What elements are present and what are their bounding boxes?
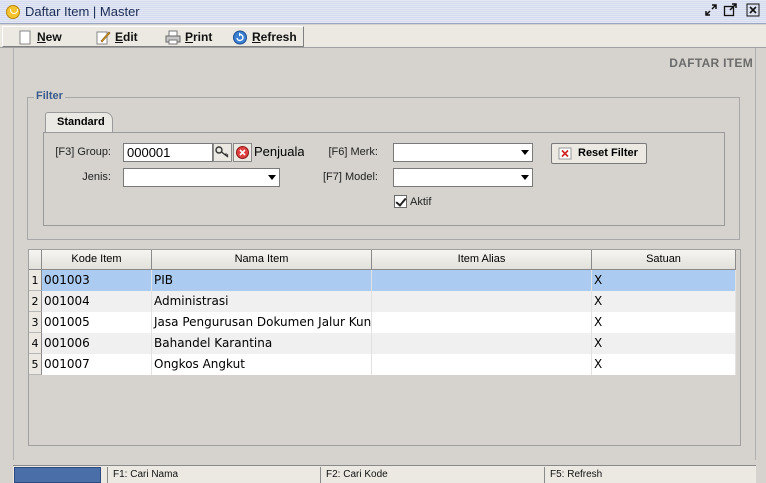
cell-kode: 001003 <box>42 270 152 291</box>
table-row[interactable]: 4 001006 Bahandel Karantina X <box>29 333 736 354</box>
cell-nama: PIB <box>152 270 372 291</box>
cell-kode: 001007 <box>42 354 152 375</box>
group-input[interactable]: 000001 <box>123 143 213 162</box>
cell-satuan: X <box>592 291 736 312</box>
new-label: New <box>37 30 62 44</box>
merk-select[interactable] <box>393 143 533 162</box>
status-f1: F1: Cari Nama <box>107 467 320 483</box>
row-number: 3 <box>29 312 42 333</box>
model-label: [F7] Model: <box>322 171 378 183</box>
chevron-down-icon <box>268 175 276 180</box>
cell-satuan: X <box>592 354 736 375</box>
row-number: 2 <box>29 291 42 312</box>
item-grid: Kode Item Nama Item Item Alias Satuan 1 … <box>28 249 741 446</box>
clear-icon <box>236 146 249 159</box>
print-button[interactable]: Print <box>165 28 225 47</box>
table-row[interactable]: 3 001005 Jasa Pengurusan Dokumen Jalur K… <box>29 312 736 333</box>
table-row[interactable]: 2 001004 Administrasi X <box>29 291 736 312</box>
reset-filter-button[interactable]: Reset Filter <box>551 143 647 164</box>
row-number: 5 <box>29 354 42 375</box>
restore-icon[interactable] <box>703 3 719 19</box>
cell-alias <box>372 270 592 291</box>
tab-standard[interactable]: Standard <box>45 112 113 133</box>
new-button[interactable]: New <box>17 28 77 47</box>
chevron-down-icon <box>521 150 529 155</box>
chevron-down-icon <box>521 175 529 180</box>
print-label: Print <box>185 30 213 44</box>
cell-kode: 001004 <box>42 291 152 312</box>
jenis-select[interactable] <box>123 168 280 187</box>
title-bar: Daftar Item | Master <box>0 0 766 24</box>
cell-satuan: X <box>592 312 736 333</box>
edit-label: Edit <box>115 30 138 44</box>
column-header-satuan[interactable]: Satuan <box>592 250 736 270</box>
maximize-icon[interactable] <box>722 3 738 19</box>
edit-button[interactable]: Edit <box>95 28 155 47</box>
status-indicator <box>14 467 101 483</box>
grid-header: Kode Item Nama Item Item Alias Satuan <box>29 250 736 270</box>
column-header-alias[interactable]: Item Alias <box>372 250 592 270</box>
toolbar-group: New Edit Print Refresh <box>2 26 304 47</box>
table-row[interactable]: 1 001003 PIB X <box>29 270 736 291</box>
group-label: [F3] Group: <box>55 146 111 158</box>
filter-group: Filter Standard [F3] Group: 000001 Penju… <box>27 90 740 240</box>
merk-label: [F6] Merk: <box>328 146 378 158</box>
app-icon <box>6 5 20 19</box>
cell-alias <box>372 333 592 354</box>
printer-icon <box>165 30 181 45</box>
cell-satuan: X <box>592 333 736 354</box>
reset-filter-label: Reset Filter <box>578 147 638 159</box>
refresh-button[interactable]: Refresh <box>232 28 304 47</box>
cell-kode: 001006 <box>42 333 152 354</box>
cell-kode: 001005 <box>42 312 152 333</box>
main-panel: DAFTAR ITEM Filter Standard [F3] Group: … <box>13 48 756 460</box>
column-header-nama[interactable]: Nama Item <box>152 250 372 270</box>
cell-nama: Bahandel Karantina <box>152 333 372 354</box>
status-bar: F1: Cari Nama F2: Cari Kode F5: Refresh <box>13 465 756 483</box>
cell-alias <box>372 312 592 333</box>
column-header-kode[interactable]: Kode Item <box>42 250 152 270</box>
group-lookup-button[interactable] <box>213 143 232 162</box>
cell-nama: Administrasi <box>152 291 372 312</box>
refresh-icon <box>232 30 248 45</box>
page-title: DAFTAR ITEM <box>669 56 753 70</box>
cell-alias <box>372 354 592 375</box>
cell-alias <box>372 291 592 312</box>
status-f5: F5: Refresh <box>544 467 754 483</box>
jenis-label: Jenis: <box>82 171 111 183</box>
cell-nama: Jasa Pengurusan Dokumen Jalur Kuning <box>152 312 372 333</box>
grid-corner <box>29 250 42 270</box>
key-icon <box>215 146 229 158</box>
toolbar: New Edit Print Refresh <box>0 25 766 48</box>
group-clear-button[interactable] <box>233 143 252 162</box>
reset-icon <box>558 147 572 167</box>
window-title: Daftar Item | Master <box>25 4 140 19</box>
model-select[interactable] <box>393 168 533 187</box>
cell-satuan: X <box>592 270 736 291</box>
filter-panel: [F3] Group: 000001 Penjualan [F6] Merk: … <box>43 132 725 226</box>
aktif-label: Aktif <box>410 196 432 208</box>
aktif-checkbox[interactable] <box>394 195 407 208</box>
close-icon[interactable] <box>745 3 761 19</box>
cell-nama: Ongkos Angkut <box>152 354 372 375</box>
row-number: 4 <box>29 333 42 354</box>
table-row[interactable]: 5 001007 Ongkos Angkut X <box>29 354 736 375</box>
refresh-label: Refresh <box>252 30 297 44</box>
status-f2: F2: Cari Kode <box>320 467 544 483</box>
row-number: 1 <box>29 270 42 291</box>
edit-icon <box>95 30 111 45</box>
filter-legend: Filter <box>34 90 65 102</box>
new-icon <box>17 30 33 45</box>
